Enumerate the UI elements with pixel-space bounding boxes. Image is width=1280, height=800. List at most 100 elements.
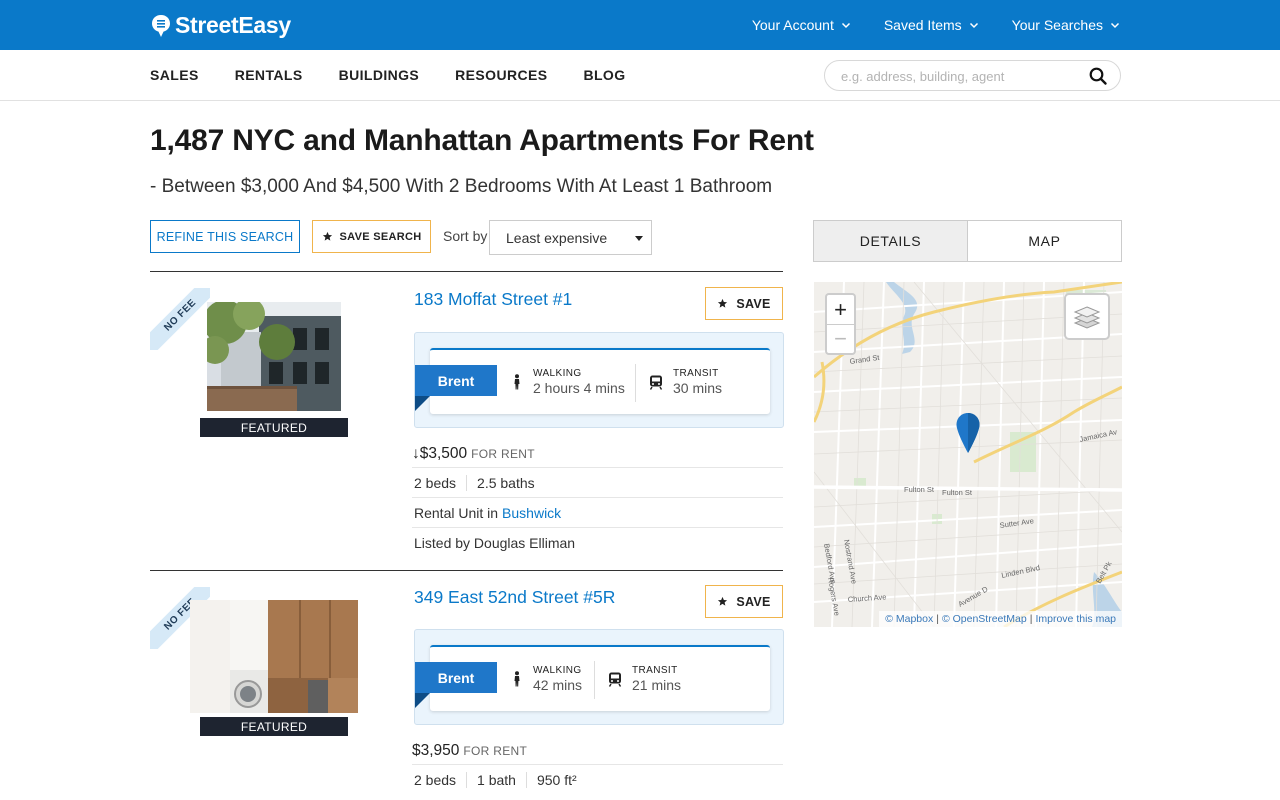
price-row: ↓ $3,500 FOR RENT [412, 442, 783, 466]
map-pin-icon[interactable] [955, 412, 981, 454]
star-icon [718, 298, 728, 308]
details-row: 2 beds 2.5 baths [414, 469, 785, 497]
tab-map[interactable]: MAP [968, 221, 1121, 261]
building-photo [207, 302, 341, 411]
listing-photo[interactable] [207, 302, 341, 411]
zoom-out-button[interactable]: − [827, 324, 854, 353]
no-fee-label: NO FEE [150, 288, 210, 350]
page-title: 1,487 NYC and Manhattan Apartments For R… [150, 124, 814, 157]
save-label: SAVE [736, 594, 771, 609]
commute-destination-tag[interactable]: Brent [415, 365, 497, 396]
listing-address-link[interactable]: 183 Moffat Street #1 [414, 289, 572, 310]
row-divider [412, 527, 783, 528]
area: 950 ft² [536, 772, 577, 788]
row-divider [412, 764, 783, 765]
commute-panel: WALKING 2 hours 4 mins TRANSIT 30 mins B… [414, 332, 784, 428]
map-layers-button[interactable] [1064, 293, 1110, 340]
nav-rentals[interactable]: RENTALS [235, 67, 303, 83]
listing-price: $3,500 [419, 445, 468, 462]
walking-commute: WALKING 42 mins [511, 665, 582, 693]
tag-fold [415, 693, 430, 708]
row-divider [412, 467, 783, 468]
chevron-down-icon [969, 22, 978, 29]
walking-time: 2 hours 4 mins [533, 380, 625, 396]
caret-down-icon [635, 236, 643, 241]
sort-value: Least expensive [506, 229, 608, 246]
map-attribution: © Mapbox | © OpenStreetMap | Improve thi… [879, 611, 1122, 627]
transit-time: 21 mins [632, 677, 682, 693]
listing-card: NO FEE FEATURED 183 Moffat Street #1 SAV… [150, 272, 785, 570]
nav-resources[interactable]: RESOURCES [455, 67, 547, 83]
transit-commute: TRANSIT 30 mins [649, 368, 722, 396]
refine-search-button[interactable]: REFINE THIS SEARCH [150, 220, 300, 253]
listing-price: $3,950 [412, 742, 460, 759]
zoom-in-button[interactable]: + [827, 295, 854, 324]
nav-buildings[interactable]: BUILDINGS [339, 67, 420, 83]
transit-commute: TRANSIT 21 mins [608, 665, 681, 693]
attribution-separator: | [1029, 613, 1033, 625]
improve-map-link[interactable]: Improve this map [1035, 613, 1116, 625]
transit-label: TRANSIT [632, 665, 678, 676]
detail-separator [466, 475, 468, 491]
save-listing-button[interactable]: SAVE [705, 287, 783, 320]
walking-time: 42 mins [533, 677, 583, 693]
streeteasy-logo[interactable]: StreetEasy [151, 12, 291, 39]
chevron-down-icon [1110, 22, 1120, 29]
transit-label: TRANSIT [673, 368, 719, 379]
nav-label: Your Searches [1011, 17, 1103, 33]
search-box [824, 60, 1121, 91]
commute-separator [635, 364, 636, 402]
attribution-separator: | [936, 613, 939, 625]
listing-address-link[interactable]: 349 East 52nd Street #5R [414, 587, 615, 608]
no-fee-ribbon: NO FEE [150, 288, 210, 350]
logo-text: StreetEasy [175, 12, 291, 38]
walking-commute: WALKING 2 hours 4 mins [511, 368, 625, 396]
baths: 2.5 baths [477, 475, 535, 491]
interior-photo [190, 600, 358, 713]
nav-saved-items[interactable]: Saved Items [884, 17, 980, 33]
listing-photo[interactable] [190, 600, 358, 713]
price-suffix: FOR RENT [463, 744, 528, 758]
details-row: 2 beds 1 bath 950 ft² [414, 766, 785, 794]
zoom-control: + − [825, 293, 856, 355]
nav-blog[interactable]: BLOG [583, 67, 625, 83]
walking-icon [514, 374, 520, 390]
sort-label: Sort by [443, 228, 488, 244]
tab-details[interactable]: DETAILS [814, 221, 968, 261]
nav-sales[interactable]: SALES [150, 67, 199, 83]
save-search-button[interactable]: SAVE SEARCH [312, 220, 431, 253]
mapbox-link[interactable]: © Mapbox [885, 613, 933, 625]
view-tabs: DETAILS MAP [813, 220, 1122, 262]
type-row: Rental Unit in Bushwick [414, 499, 785, 527]
openstreetmap-link[interactable]: © OpenStreetMap [942, 613, 1027, 625]
nav-your-searches[interactable]: Your Searches [1012, 17, 1121, 33]
listed-by-row: Listed by Douglas Elliman [414, 529, 785, 557]
price-row: $3,950 FOR RENT [412, 739, 783, 763]
detail-separator [466, 772, 468, 788]
walking-label: WALKING [533, 665, 582, 676]
map-label-fulton-st-2: Fulton St [942, 488, 973, 497]
search-icon[interactable] [1088, 66, 1108, 86]
map-label-fulton-st: Fulton St [904, 485, 935, 494]
save-search-label: SAVE SEARCH [339, 230, 422, 243]
star-icon [718, 596, 728, 606]
unit-type: Rental Unit in [414, 505, 499, 521]
sort-select[interactable]: Least expensive [489, 220, 652, 255]
price-suffix: FOR RENT [471, 447, 535, 461]
search-input[interactable] [841, 66, 1081, 86]
layers-icon [1073, 305, 1101, 329]
listed-by: Listed by Douglas Elliman [414, 535, 576, 551]
transit-time: 30 mins [673, 380, 723, 396]
account-nav: Your Account Saved Items Your Searches [752, 0, 1121, 50]
save-label: SAVE [736, 296, 771, 311]
save-listing-button[interactable]: SAVE [705, 585, 783, 618]
logo-bubble-icon [152, 14, 170, 37]
star-icon [322, 231, 332, 241]
commute-destination-tag[interactable]: Brent [415, 662, 497, 693]
nav-your-account[interactable]: Your Account [752, 17, 852, 33]
commute-panel: WALKING 42 mins TRANSIT 21 mins Brent [414, 629, 784, 725]
neighborhood-link[interactable]: Bushwick [502, 505, 561, 521]
featured-badge: FEATURED [200, 418, 348, 437]
tag-fold [415, 396, 430, 411]
listing-map[interactable]: Grand St Jamaica Av Fulton St Fulton St … [814, 282, 1122, 627]
